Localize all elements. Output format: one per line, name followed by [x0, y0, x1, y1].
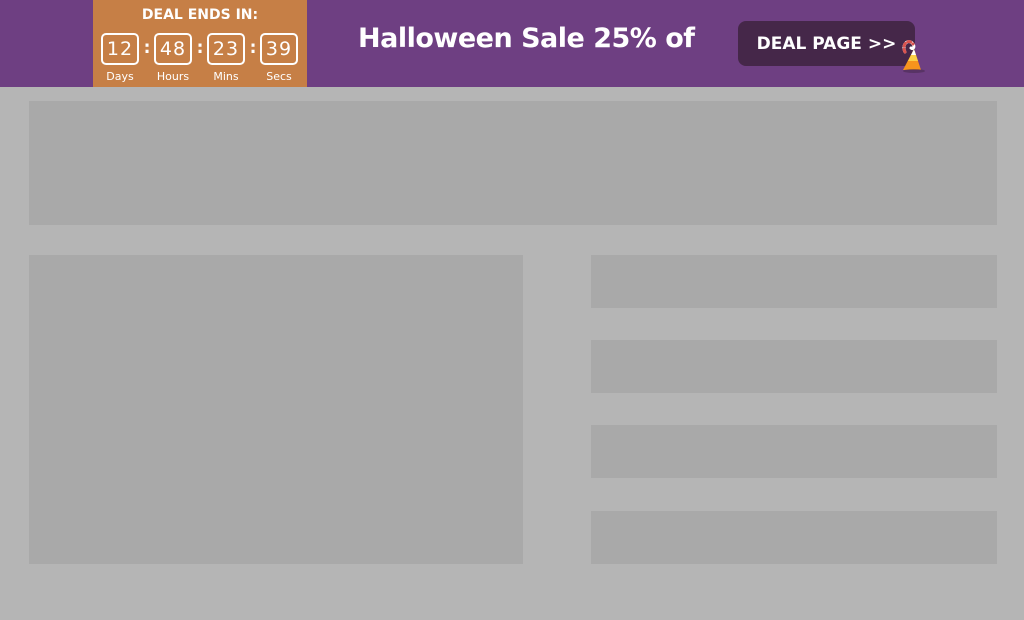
content-placeholder-row [591, 255, 997, 308]
countdown-timer: DEAL ENDS IN: 12 Days : 48 Hours : 23 Mi… [93, 0, 307, 87]
countdown-mins-label: Mins [213, 70, 239, 83]
countdown-separator: : [249, 38, 257, 58]
countdown-secs: 39 Secs [260, 33, 298, 83]
countdown-hours-label: Hours [156, 70, 190, 83]
countdown-mins-value: 23 [207, 33, 245, 65]
promo-banner: DEAL ENDS IN: 12 Days : 48 Hours : 23 Mi… [0, 0, 1024, 87]
countdown-days-value: 12 [101, 33, 139, 65]
candy-corn-icon [902, 40, 925, 73]
countdown-separator: : [196, 38, 204, 58]
countdown-title: DEAL ENDS IN: [141, 7, 259, 23]
deal-page-button-label: DEAL PAGE >> [756, 33, 897, 54]
countdown-hours-value: 48 [154, 33, 192, 65]
content-placeholder-row [591, 511, 997, 564]
content-placeholder-row [591, 425, 997, 478]
sale-headline: Halloween Sale 25% of [358, 23, 695, 54]
deal-page-button[interactable]: DEAL PAGE >> [738, 21, 915, 66]
countdown-hours: 48 Hours [154, 33, 192, 83]
countdown-mins: 23 Mins [207, 33, 245, 83]
content-placeholder-header [29, 101, 997, 225]
countdown-secs-label: Secs [266, 70, 292, 83]
countdown-separator: : [143, 38, 151, 58]
countdown-secs-value: 39 [260, 33, 298, 65]
content-placeholder-row [591, 340, 997, 393]
countdown-days-label: Days [106, 70, 134, 83]
countdown-days: 12 Days [101, 33, 139, 83]
content-placeholder-main [29, 255, 523, 564]
